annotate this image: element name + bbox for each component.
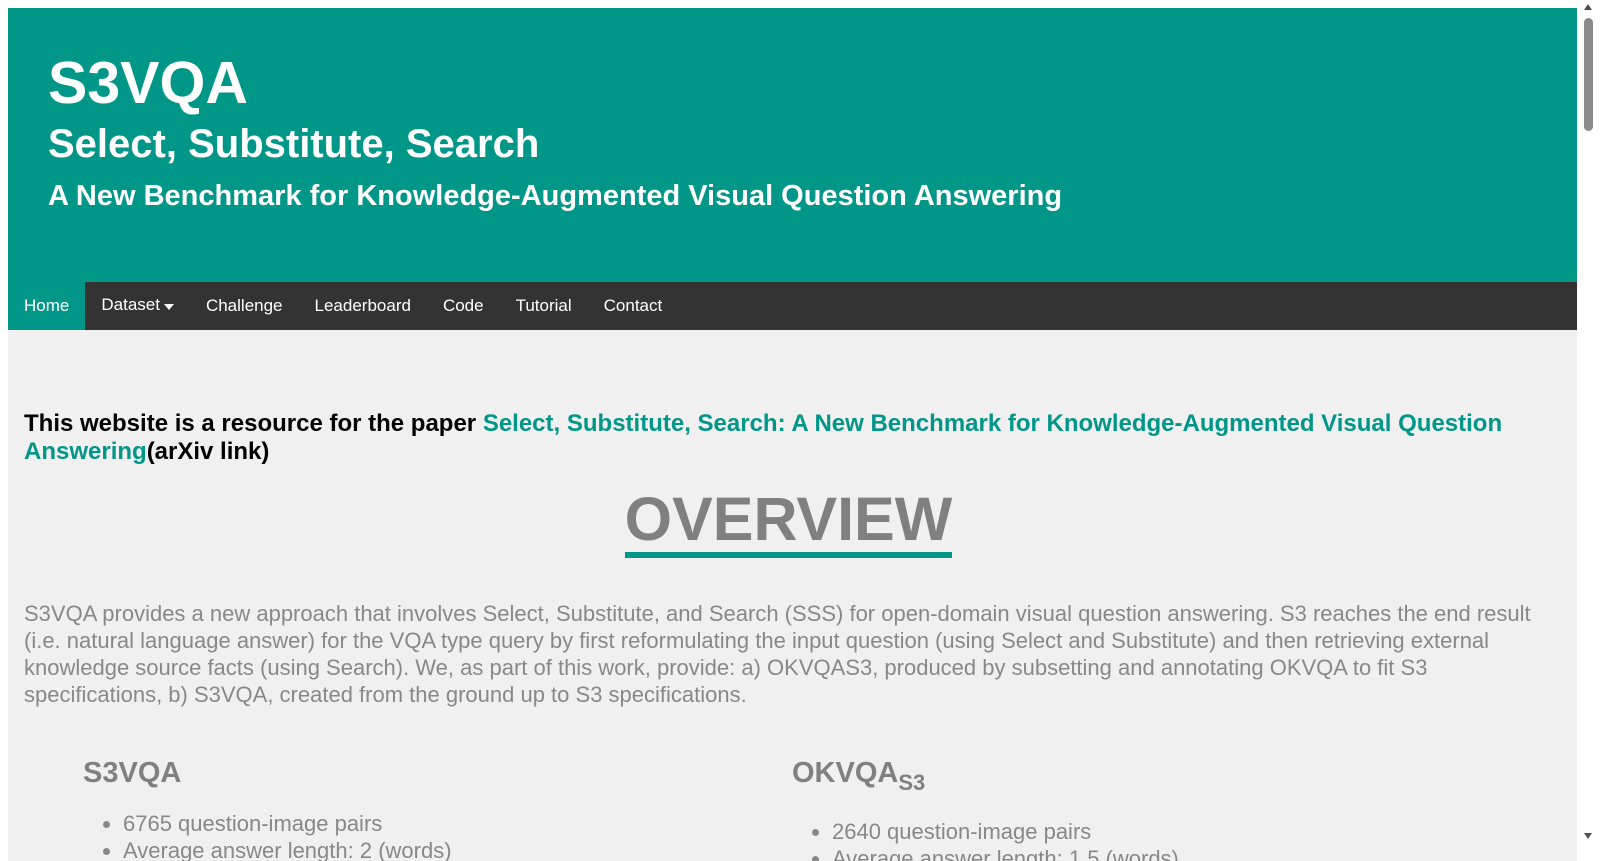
list-item: 2640 question-image pairs bbox=[832, 818, 1179, 845]
dataset-stats-list: 6765 question-image pairs Average answer… bbox=[83, 810, 792, 861]
list-item: 6765 question-image pairs bbox=[123, 810, 792, 837]
dataset-name: OKVQA bbox=[792, 757, 899, 789]
dataset-name: S3VQA bbox=[83, 757, 182, 789]
dataset-stats-list: 2640 question-image pairs Average answer… bbox=[792, 818, 1179, 861]
dataset-columns: S3VQA 6765 question-image pairs Average … bbox=[24, 756, 1553, 861]
site-title: S3VQA bbox=[48, 50, 249, 116]
list-item: Average answer length: 2 (words) bbox=[123, 837, 792, 861]
nav-leaderboard[interactable]: Leaderboard bbox=[299, 282, 427, 330]
scroll-up-icon[interactable] bbox=[1584, 4, 1592, 10]
nav-contact[interactable]: Contact bbox=[588, 282, 679, 330]
site-header: S3VQA Select, Substitute, Search A New B… bbox=[8, 8, 1577, 282]
caret-down-icon bbox=[163, 303, 174, 310]
nav-tutorial[interactable]: Tutorial bbox=[500, 282, 588, 330]
dataset-heading: OKVQAS3 bbox=[792, 756, 1179, 795]
nav-challenge[interactable]: Challenge bbox=[190, 282, 299, 330]
scroll-down-icon[interactable] bbox=[1584, 833, 1592, 839]
nav-home[interactable]: Home bbox=[8, 282, 86, 330]
overview-text: S3VQA provides a new approach that invol… bbox=[24, 601, 1531, 707]
dataset-subscript: S3 bbox=[898, 770, 926, 795]
vertical-scrollbar[interactable] bbox=[1577, 0, 1600, 861]
arxiv-link[interactable]: (arXiv link) bbox=[147, 438, 270, 465]
nav-dataset-label: Dataset bbox=[101, 295, 160, 314]
main-navbar: Home Dataset Challenge Leaderboard Code … bbox=[8, 282, 1577, 330]
intro-paragraph: This website is a resource for the paper… bbox=[24, 410, 1553, 466]
site-subtitle: Select, Substitute, Search bbox=[48, 122, 540, 166]
dataset-card-okvqas3: OKVQAS3 2640 question-image pairs Averag… bbox=[792, 756, 1179, 861]
overview-section: OVERVIEW bbox=[24, 488, 1553, 558]
dataset-card-s3vqa: S3VQA 6765 question-image pairs Average … bbox=[24, 756, 792, 861]
dataset-heading: S3VQA bbox=[83, 756, 792, 790]
nav-dataset-dropdown[interactable]: Dataset bbox=[85, 282, 190, 330]
nav-code[interactable]: Code bbox=[427, 282, 500, 330]
list-item: Average answer length: 1.5 (words) bbox=[832, 845, 1179, 861]
page-viewport: S3VQA Select, Substitute, Search A New B… bbox=[8, 8, 1577, 861]
main-content: This website is a resource for the paper… bbox=[8, 330, 1577, 861]
site-tagline: A New Benchmark for Knowledge-Augmented … bbox=[48, 180, 1063, 212]
overview-heading: OVERVIEW bbox=[624, 488, 953, 558]
intro-prefix: This website is a resource for the paper bbox=[24, 410, 483, 437]
scrollbar-thumb[interactable] bbox=[1584, 18, 1593, 131]
